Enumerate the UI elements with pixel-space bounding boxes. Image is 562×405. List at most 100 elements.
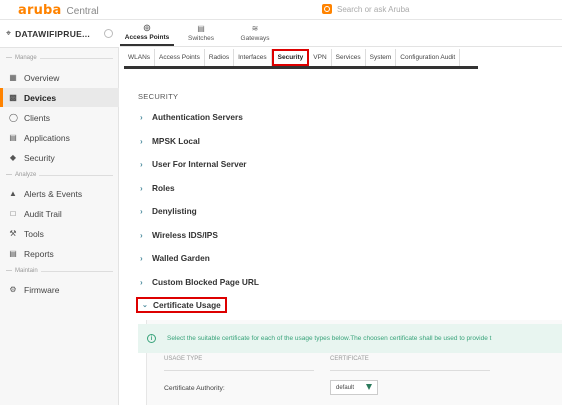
chevron-down-icon: ⌄ <box>142 302 148 309</box>
sidebar-item-label: Clients <box>24 112 50 123</box>
divider <box>330 370 490 371</box>
subtab-services[interactable]: Services <box>332 49 366 66</box>
tab-access-points[interactable]: ◎ Access Points <box>120 20 174 46</box>
chevron-right-icon: › <box>140 112 143 122</box>
accordion-label: Certificate Usage <box>153 300 221 310</box>
sidebar-item-overview[interactable]: ▦ Overview <box>0 68 119 87</box>
section-manage-label: Manage <box>15 55 37 61</box>
chevron-right-icon: › <box>140 183 143 193</box>
context-toggle-icon[interactable] <box>104 29 113 38</box>
aruba-logo[interactable]: aruba Central <box>18 3 99 18</box>
accordion-mpsk-local[interactable]: › MPSK Local <box>140 136 200 146</box>
subtab-system[interactable]: System <box>366 49 397 66</box>
accordion-roles[interactable]: › Roles <box>140 183 175 193</box>
accordion-label: Walled Garden <box>152 253 210 263</box>
sidebar-item-label: Audit Trail <box>24 208 62 219</box>
wrench-icon: ⚒ <box>9 229 17 238</box>
accordion-label: Custom Blocked Page URL <box>152 277 259 287</box>
subtab-security[interactable]: Security <box>271 49 310 66</box>
switch-icon: ▤ <box>197 23 205 33</box>
sidebar-item-label: Tools <box>24 228 44 239</box>
accordion-label: User For Internal Server <box>152 159 247 169</box>
brand-name: aruba <box>18 3 62 18</box>
subtab-interfaces[interactable]: Interfaces <box>234 49 272 66</box>
bell-icon: ▲ <box>9 189 17 198</box>
chevron-right-icon: › <box>140 206 143 216</box>
info-banner: i Select the suitable certificate for ea… <box>138 324 562 353</box>
gateway-icon: ≋ <box>251 23 259 33</box>
chevron-right-icon: › <box>140 159 143 169</box>
chevron-right-icon: › <box>140 136 143 146</box>
gear-icon: ⚙ <box>9 285 17 294</box>
chevron-right-icon: › <box>140 230 143 240</box>
section-analyze-label: Analyze <box>15 172 37 178</box>
audit-icon: □ <box>10 209 16 218</box>
sidebar-item-label: Devices <box>24 92 57 103</box>
sidebar: ⌖ DATAWIFIPRUE... — Manage ▦ Overview ▩ … <box>0 20 119 405</box>
app-name: Central <box>66 6 99 17</box>
divider <box>164 370 314 371</box>
global-search[interactable]: Search or ask Aruba <box>322 4 409 14</box>
group-icon: ⌖ <box>6 28 12 38</box>
accordion-label: Authentication Servers <box>152 112 243 122</box>
tab-label: Access Points <box>124 33 170 41</box>
accordion-walled-garden[interactable]: › Walled Garden <box>140 253 210 263</box>
select-value: default <box>336 384 355 391</box>
sidebar-item-reports[interactable]: ▤ Reports <box>0 244 119 263</box>
sidebar-item-clients[interactable]: ◯ Clients <box>0 108 119 127</box>
subtab-radios[interactable]: Radios <box>205 49 235 66</box>
accordion-user-internal-server[interactable]: › User For Internal Server <box>140 159 247 169</box>
applications-icon: ▤ <box>9 133 17 142</box>
info-icon: i <box>147 334 156 343</box>
accordion-certificate-usage[interactable]: ⌄ Certificate Usage <box>136 297 227 313</box>
sidebar-item-label: Security <box>24 152 55 163</box>
subtab-wlans[interactable]: WLANs <box>124 49 156 66</box>
section-title: SECURITY <box>138 92 179 101</box>
reports-icon: ▤ <box>9 249 17 258</box>
sidebar-item-firmware[interactable]: ⚙ Firmware <box>0 280 119 299</box>
devices-icon: ▩ <box>9 93 17 102</box>
shield-icon: ◆ <box>9 153 17 162</box>
divider <box>120 46 562 47</box>
sidebar-item-security[interactable]: ◆ Security <box>0 148 119 167</box>
device-type-tabs: ◎ Access Points ▤ Switches ≋ Gateways <box>120 20 282 46</box>
sidebar-item-alerts[interactable]: ▲ Alerts & Events <box>0 184 119 203</box>
section-manage: — Manage <box>0 55 119 61</box>
sidebar-item-label: Firmware <box>24 284 60 295</box>
accordion-authentication-servers[interactable]: › Authentication Servers <box>140 112 243 122</box>
main-content: ◎ Access Points ▤ Switches ≋ Gateways WL… <box>120 20 562 405</box>
sidebar-item-label: Reports <box>24 248 54 259</box>
sidebar-item-tools[interactable]: ⚒ Tools <box>0 224 119 243</box>
column-header-certificate: CERTIFICATE <box>330 356 369 362</box>
top-bar: aruba Central Search or ask Aruba <box>0 0 562 20</box>
chevron-right-icon: › <box>140 253 143 263</box>
accordion-denylisting[interactable]: › Denylisting <box>140 206 197 216</box>
group-context-selector[interactable]: ⌖ DATAWIFIPRUE... <box>0 20 119 48</box>
subtab-configuration-audit[interactable]: Configuration Audit <box>396 49 461 66</box>
chevron-right-icon: › <box>140 277 143 287</box>
subtab-underline <box>124 66 478 69</box>
accordion-wireless-ids-ips[interactable]: › Wireless IDS/IPS <box>140 230 218 240</box>
user-icon: ◯ <box>9 113 18 122</box>
accordion-custom-blocked-page-url[interactable]: › Custom Blocked Page URL <box>140 277 259 287</box>
sidebar-item-label: Applications <box>24 132 70 143</box>
subtab-vpn[interactable]: VPN <box>309 49 332 66</box>
tab-label: Switches <box>187 34 214 42</box>
sidebar-item-applications[interactable]: ▤ Applications <box>0 128 119 147</box>
accordion-label: MPSK Local <box>152 136 200 146</box>
tab-switches[interactable]: ▤ Switches <box>174 20 228 46</box>
search-input[interactable]: Search or ask Aruba <box>337 5 409 14</box>
subtab-access-points[interactable]: Access Points <box>155 49 205 66</box>
tab-gateways[interactable]: ≋ Gateways <box>228 20 282 46</box>
sidebar-item-label: Alerts & Events <box>24 188 83 199</box>
certificate-authority-select[interactable]: default <box>330 380 378 395</box>
accordion-label: Denylisting <box>152 206 197 216</box>
search-icon <box>322 4 332 14</box>
section-maintain-label: Maintain <box>15 268 38 274</box>
sidebar-item-audit-trail[interactable]: □ Audit Trail <box>0 204 119 223</box>
config-subtabs: WLANs Access Points Radios Interfaces Se… <box>124 49 461 66</box>
sidebar-item-label: Overview <box>24 72 60 83</box>
sidebar-item-devices[interactable]: ▩ Devices <box>0 88 119 107</box>
accordion-label: Wireless IDS/IPS <box>152 230 218 240</box>
accordion-label: Roles <box>152 183 175 193</box>
